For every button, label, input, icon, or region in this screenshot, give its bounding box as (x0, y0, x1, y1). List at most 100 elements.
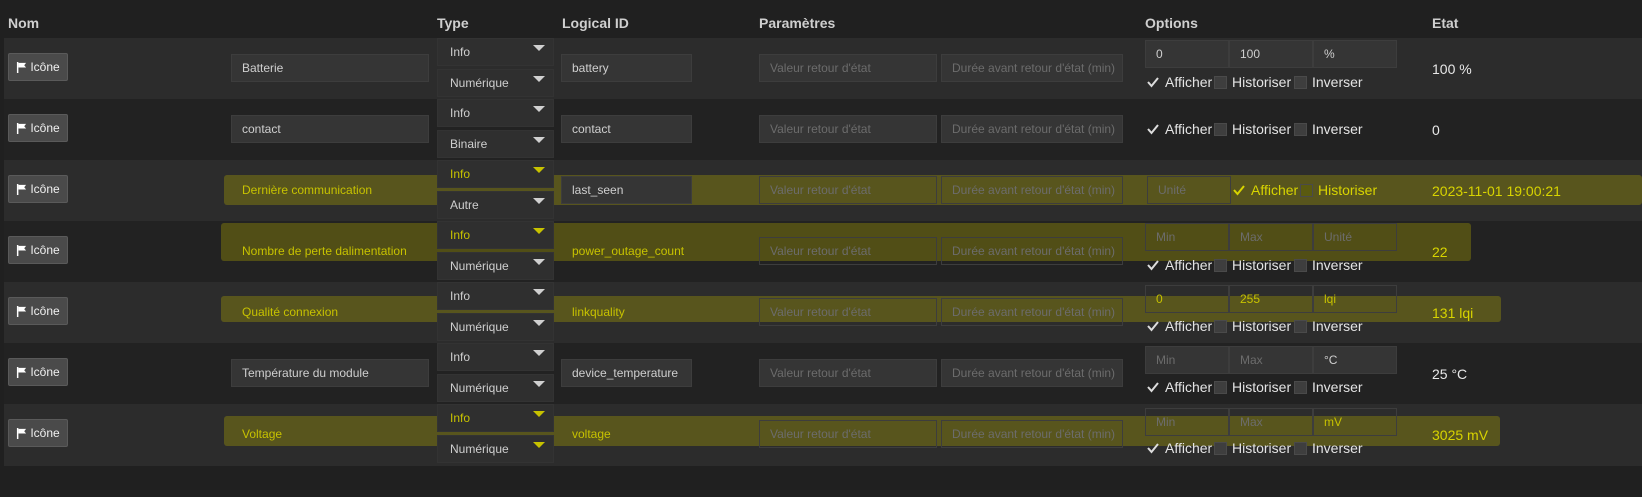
inverser-checkbox[interactable]: Inverser (1294, 318, 1363, 334)
max-input[interactable]: Max (1229, 223, 1313, 251)
min-input[interactable]: Min (1145, 408, 1229, 436)
type-select[interactable]: Info (437, 221, 554, 249)
valeur-retour-input[interactable]: Valeur retour d'état (759, 54, 937, 82)
historiser-checkbox[interactable]: Historiser (1214, 74, 1291, 90)
unit-input[interactable]: Unité (1147, 176, 1231, 204)
subtype-select[interactable]: Numérique (437, 313, 554, 341)
max-input[interactable]: 100 (1229, 40, 1313, 68)
caret-down-icon (533, 106, 545, 112)
afficher-checkbox[interactable]: Afficher (1146, 74, 1212, 90)
min-input[interactable]: 0 (1145, 285, 1229, 313)
icon-button[interactable]: Icône (8, 297, 68, 325)
unit-input[interactable]: °C (1313, 346, 1397, 374)
inverser-checkbox[interactable]: Inverser (1294, 74, 1363, 90)
historiser-checkbox[interactable]: Historiser (1300, 182, 1377, 198)
name-input[interactable]: Température du module (231, 359, 429, 387)
subtype-select[interactable]: Numérique (437, 252, 554, 280)
header-parametres: Paramètres (759, 15, 836, 31)
name-input[interactable]: Batterie (231, 54, 429, 82)
logical-id-input[interactable]: last_seen (561, 176, 692, 204)
afficher-checkbox[interactable]: Afficher (1232, 182, 1298, 198)
check-icon (1147, 124, 1159, 135)
name-input[interactable]: Nombre de perte dalimentation (231, 237, 429, 265)
icon-button[interactable]: Icône (8, 358, 68, 386)
type-select[interactable]: Info (437, 282, 554, 310)
subtype-select[interactable]: Binaire (437, 130, 554, 158)
min-input[interactable]: Min (1145, 346, 1229, 374)
duree-retour-input[interactable]: Durée avant retour d'état (min) (941, 359, 1123, 387)
type-select[interactable]: Info (437, 160, 554, 188)
subtype-select[interactable]: Numérique (437, 69, 554, 97)
logical-id-input[interactable]: voltage (561, 420, 692, 448)
historiser-checkbox[interactable]: Historiser (1214, 121, 1291, 137)
etat-value: 100 % (1432, 61, 1472, 77)
inverser-checkbox[interactable]: Inverser (1294, 121, 1363, 137)
caret-down-icon (533, 350, 545, 356)
unit-input[interactable]: lqi (1313, 285, 1397, 313)
flag-icon (17, 427, 27, 439)
max-input[interactable]: Max (1229, 346, 1313, 374)
historiser-checkbox[interactable]: Historiser (1214, 379, 1291, 395)
afficher-checkbox[interactable]: Afficher (1146, 318, 1212, 334)
historiser-checkbox[interactable]: Historiser (1214, 318, 1291, 334)
icon-button[interactable]: Icône (8, 114, 68, 142)
type-select[interactable]: Info (437, 38, 554, 66)
logical-id-input[interactable]: power_outage_count (561, 237, 692, 265)
name-input[interactable]: Dernière communication (231, 176, 429, 204)
flag-icon (17, 366, 27, 378)
subtype-select[interactable]: Autre (437, 191, 554, 219)
unit-input[interactable]: mV (1313, 408, 1397, 436)
duree-retour-input[interactable]: Durée avant retour d'état (min) (941, 420, 1123, 448)
subtype-select[interactable]: Numérique (437, 374, 554, 402)
icon-button[interactable]: Icône (8, 175, 68, 203)
duree-retour-input[interactable]: Durée avant retour d'état (min) (941, 115, 1123, 143)
valeur-retour-input[interactable]: Valeur retour d'état (759, 298, 937, 326)
etat-value: 0 (1432, 122, 1440, 138)
inverser-checkbox[interactable]: Inverser (1294, 440, 1363, 456)
afficher-checkbox[interactable]: Afficher (1146, 121, 1212, 137)
afficher-checkbox[interactable]: Afficher (1146, 440, 1212, 456)
valeur-retour-input[interactable]: Valeur retour d'état (759, 237, 937, 265)
logical-id-input[interactable]: device_temperature (561, 359, 692, 387)
duree-retour-input[interactable]: Durée avant retour d'état (min) (941, 298, 1123, 326)
duree-retour-input[interactable]: Durée avant retour d'état (min) (941, 237, 1123, 265)
etat-value: 2023-11-01 19:00:21 (1432, 183, 1561, 199)
unit-input[interactable]: % (1313, 40, 1397, 68)
max-input[interactable]: Max (1229, 408, 1313, 436)
valeur-retour-input[interactable]: Valeur retour d'état (759, 115, 937, 143)
icon-button[interactable]: Icône (8, 419, 68, 447)
icon-button[interactable]: Icône (8, 236, 68, 264)
table-header: Nom Type Logical ID Paramètres Options E… (0, 0, 1642, 38)
afficher-checkbox[interactable]: Afficher (1146, 257, 1212, 273)
historiser-checkbox[interactable]: Historiser (1214, 440, 1291, 456)
name-input[interactable]: contact (231, 115, 429, 143)
table-row: Icône Batterie Info Numérique battery Va… (4, 38, 1642, 100)
subtype-select[interactable]: Numérique (437, 435, 554, 463)
inverser-checkbox[interactable]: Inverser (1294, 379, 1363, 395)
caret-down-icon (533, 381, 545, 387)
duree-retour-input[interactable]: Durée avant retour d'état (min) (941, 176, 1123, 204)
name-input[interactable]: Qualité connexion (231, 298, 429, 326)
valeur-retour-input[interactable]: Valeur retour d'état (759, 176, 937, 204)
duree-retour-input[interactable]: Durée avant retour d'état (min) (941, 54, 1123, 82)
logical-id-input[interactable]: contact (561, 115, 692, 143)
afficher-checkbox[interactable]: Afficher (1146, 379, 1212, 395)
name-input[interactable]: Voltage (231, 420, 429, 448)
caret-down-icon (533, 198, 545, 204)
type-select[interactable]: Info (437, 404, 554, 432)
unit-input[interactable]: Unité (1313, 223, 1397, 251)
logical-id-input[interactable]: battery (561, 54, 692, 82)
historiser-checkbox[interactable]: Historiser (1214, 257, 1291, 273)
logical-id-input[interactable]: linkquality (561, 298, 692, 326)
type-select[interactable]: Info (437, 99, 554, 127)
min-input[interactable]: Min (1145, 223, 1229, 251)
valeur-retour-input[interactable]: Valeur retour d'état (759, 359, 937, 387)
valeur-retour-input[interactable]: Valeur retour d'état (759, 420, 937, 448)
max-input[interactable]: 255 (1229, 285, 1313, 313)
min-input[interactable]: 0 (1145, 40, 1229, 68)
icon-button[interactable]: Icône (8, 53, 68, 81)
type-select[interactable]: Info (437, 343, 554, 371)
inverser-checkbox[interactable]: Inverser (1294, 257, 1363, 273)
caret-down-icon (533, 76, 545, 82)
check-icon (1147, 321, 1159, 332)
